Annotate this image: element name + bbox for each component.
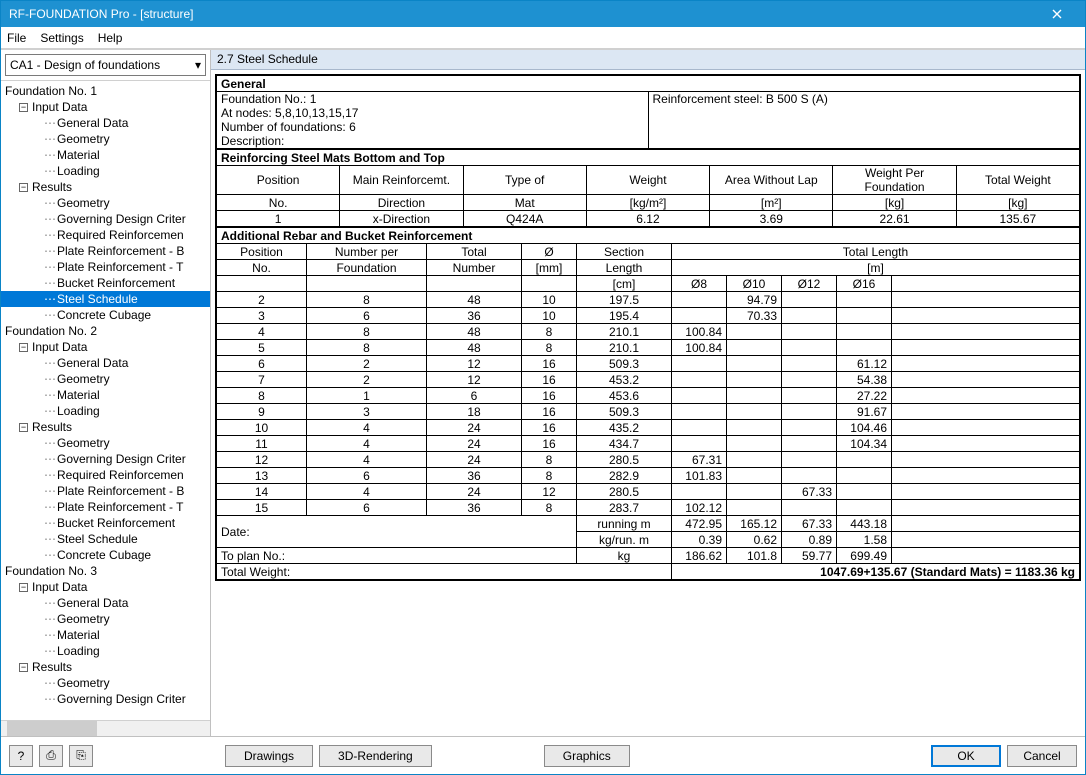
export-button[interactable]: ⎘ xyxy=(69,745,93,767)
section-rebar: Additional Rebar and Bucket Reinforcemen… xyxy=(217,228,1080,244)
tree-node[interactable]: −Results xyxy=(1,419,210,435)
tree-node[interactable]: ⋯Bucket Reinforcement xyxy=(1,275,210,291)
table-row: 1042416435.2104.46 xyxy=(217,420,1080,436)
body: CA1 - Design of foundations ▾ Foundation… xyxy=(1,49,1085,736)
print-icon: ⎙ xyxy=(46,748,56,763)
tree-node[interactable]: ⋯Plate Reinforcement - B xyxy=(1,483,210,499)
tree-node[interactable]: −Input Data xyxy=(1,339,210,355)
table-row: 1442412280.567.33 xyxy=(217,484,1080,500)
scrollbar-thumb[interactable] xyxy=(7,721,97,736)
tree-node[interactable]: ⋯Geometry xyxy=(1,131,210,147)
total-weight: 1047.69+135.67 (Standard Mats) = 1183.36… xyxy=(672,564,1080,580)
tree-node[interactable]: ⋯Concrete Cubage xyxy=(1,307,210,323)
table-row: 621216509.361.12 xyxy=(217,356,1080,372)
general-left: Foundation No.: 1 At nodes: 5,8,10,13,15… xyxy=(217,92,649,149)
table-row: 1142416434.7104.34 xyxy=(217,436,1080,452)
tree-node[interactable]: ⋯Geometry xyxy=(1,435,210,451)
tree-node[interactable]: ⋯Geometry xyxy=(1,675,210,691)
tree-node[interactable]: ⋯Steel Schedule xyxy=(1,531,210,547)
tree-node[interactable]: −Input Data xyxy=(1,99,210,115)
window-title: RF-FOUNDATION Pro - [structure] xyxy=(9,7,193,21)
tree-node[interactable]: ⋯Plate Reinforcement - T xyxy=(1,259,210,275)
tree-node[interactable]: −Input Data xyxy=(1,579,210,595)
tree-node[interactable]: ⋯Plate Reinforcement - B xyxy=(1,243,210,259)
tree-node[interactable]: ⋯Bucket Reinforcement xyxy=(1,515,210,531)
table-row: 156368283.7102.12 xyxy=(217,500,1080,516)
tree-node[interactable]: ⋯Governing Design Criter xyxy=(1,451,210,467)
help-icon: ? xyxy=(18,749,25,763)
table-row: 48488210.1100.84 xyxy=(217,324,1080,340)
tree-node[interactable]: ⋯Geometry xyxy=(1,611,210,627)
tree-h-scrollbar[interactable] xyxy=(1,720,210,736)
tree-node[interactable]: ⋯Required Reinforcemen xyxy=(1,467,210,483)
tree-node[interactable]: ⋯General Data xyxy=(1,355,210,371)
tree-node[interactable]: ⋯Plate Reinforcement - T xyxy=(1,499,210,515)
section-general: General xyxy=(217,76,1080,92)
tree-node[interactable]: −Results xyxy=(1,659,210,675)
close-button[interactable] xyxy=(1037,1,1077,27)
help-button[interactable]: ? xyxy=(9,745,33,767)
tree-node[interactable]: ⋯Governing Design Criter xyxy=(1,211,210,227)
right-panel: 2.7 Steel Schedule General Foundation No… xyxy=(211,50,1085,736)
table-row: 721216453.254.38 xyxy=(217,372,1080,388)
cancel-button[interactable]: Cancel xyxy=(1007,745,1077,767)
ok-button[interactable]: OK xyxy=(931,745,1001,767)
mats-table: Reinforcing Steel Mats Bottom and Top Po… xyxy=(216,149,1080,227)
export-icon: ⎘ xyxy=(76,748,86,763)
tree-node[interactable]: ⋯Geometry xyxy=(1,371,210,387)
menu-file[interactable]: File xyxy=(7,31,26,45)
tree-node[interactable]: ⋯Geometry xyxy=(1,195,210,211)
print-button[interactable]: ⎙ xyxy=(39,745,63,767)
report: General Foundation No.: 1 At nodes: 5,8,… xyxy=(215,74,1081,581)
tree-node[interactable]: ⋯Governing Design Criter xyxy=(1,691,210,707)
titlebar: RF-FOUNDATION Pro - [structure] xyxy=(1,1,1085,27)
left-panel: CA1 - Design of foundations ▾ Foundation… xyxy=(1,50,211,736)
tree-node[interactable]: Foundation No. 1 xyxy=(1,83,210,99)
menu-settings[interactable]: Settings xyxy=(40,31,83,45)
table-row: 136368282.9101.83 xyxy=(217,468,1080,484)
tree-node[interactable]: ⋯Loading xyxy=(1,163,210,179)
tree-node[interactable]: ⋯Concrete Cubage xyxy=(1,547,210,563)
menu-help[interactable]: Help xyxy=(98,31,123,45)
general-table: General Foundation No.: 1 At nodes: 5,8,… xyxy=(216,75,1080,149)
general-right: Reinforcement steel: B 500 S (A) xyxy=(648,92,1080,149)
table-row: 284810197.594.79 xyxy=(217,292,1080,308)
case-combo[interactable]: CA1 - Design of foundations ▾ xyxy=(5,54,206,76)
tree-node[interactable]: ⋯General Data xyxy=(1,595,210,611)
tree-node[interactable]: ⋯Loading xyxy=(1,643,210,659)
render-button[interactable]: 3D-Rendering xyxy=(319,745,432,767)
graphics-button[interactable]: Graphics xyxy=(544,745,630,767)
case-combo-value: CA1 - Design of foundations xyxy=(10,58,160,72)
tree-node[interactable]: ⋯General Data xyxy=(1,115,210,131)
table-row: 58488210.1100.84 xyxy=(217,340,1080,356)
table-row: 931816509.391.67 xyxy=(217,404,1080,420)
footer: ? ⎙ ⎘ Drawings 3D-Rendering Graphics OK … xyxy=(1,736,1085,774)
menubar: File Settings Help xyxy=(1,27,1085,49)
tree-node[interactable]: ⋯Material xyxy=(1,147,210,163)
tree-node[interactable]: ⋯Material xyxy=(1,387,210,403)
table-row: 124248280.567.31 xyxy=(217,452,1080,468)
content-title: 2.7 Steel Schedule xyxy=(211,50,1085,70)
table-row: 363610195.470.33 xyxy=(217,308,1080,324)
tree-node[interactable]: ⋯Required Reinforcemen xyxy=(1,227,210,243)
tree-node[interactable]: Foundation No. 3 xyxy=(1,563,210,579)
tree-node[interactable]: ⋯Material xyxy=(1,627,210,643)
rebar-table: Additional Rebar and Bucket Reinforcemen… xyxy=(216,227,1080,580)
section-mats: Reinforcing Steel Mats Bottom and Top xyxy=(217,150,1080,166)
table-row: 81616453.627.22 xyxy=(217,388,1080,404)
drawings-button[interactable]: Drawings xyxy=(225,745,313,767)
table-row: 1x-DirectionQ424A 6.123.6922.61135.67 xyxy=(217,211,1080,227)
chevron-down-icon: ▾ xyxy=(195,58,201,72)
app-window: RF-FOUNDATION Pro - [structure] File Set… xyxy=(0,0,1086,775)
close-icon xyxy=(1052,9,1062,19)
tree-node[interactable]: ⋯Loading xyxy=(1,403,210,419)
tree-node-selected[interactable]: ⋯Steel Schedule xyxy=(1,291,210,307)
tree-node[interactable]: −Results xyxy=(1,179,210,195)
tree-node[interactable]: Foundation No. 2 xyxy=(1,323,210,339)
nav-tree[interactable]: Foundation No. 1 −Input Data ⋯General Da… xyxy=(1,80,210,720)
content-area: General Foundation No.: 1 At nodes: 5,8,… xyxy=(211,70,1085,736)
